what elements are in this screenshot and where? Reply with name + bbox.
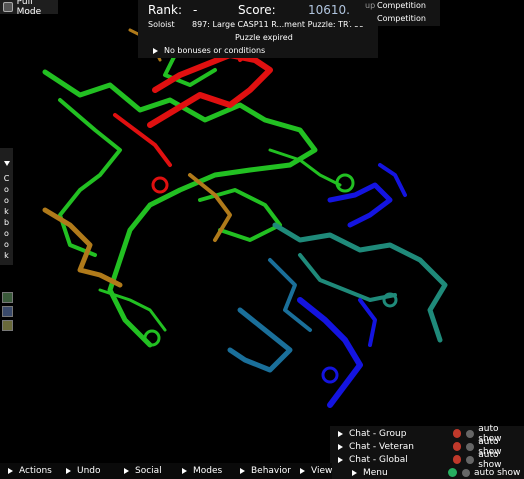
score-label: Score: (238, 3, 276, 17)
competition-line-1[interactable]: Competition (377, 1, 426, 10)
cookbook-label: C o o k b o o k (3, 174, 10, 260)
toolbar-actions[interactable]: Actions (8, 466, 52, 476)
toolbar-modes[interactable]: Modes (182, 466, 222, 476)
auto-show-label[interactable]: auto show (478, 450, 524, 470)
status-dot-icon (448, 468, 457, 477)
expand-arrow-icon (338, 430, 343, 437)
checkbox-icon[interactable] (466, 455, 475, 464)
chat-label: Chat - Group (349, 428, 407, 439)
toolbar-behavior[interactable]: Behavior (240, 466, 291, 476)
expand-arrow-icon (124, 468, 129, 474)
expand-arrow-icon (182, 468, 187, 474)
rank-value: - (193, 3, 198, 17)
checkbox-icon[interactable] (466, 442, 475, 451)
expand-arrow-icon (338, 443, 343, 450)
collapse-arrow-icon (3, 161, 10, 166)
competition-panel: up Competition Competition (350, 0, 440, 26)
toolbar-social[interactable]: Social (124, 466, 162, 476)
status-dot-icon (452, 455, 462, 464)
puzzle-title: 897: Large CASP11 R...ment Puzzle: TR760 (192, 20, 364, 29)
toolbar-undo[interactable]: Undo (66, 466, 101, 476)
expand-arrow-icon (66, 468, 71, 474)
bonus-label: No bonuses or conditions (164, 46, 266, 55)
chat-rows: Chat - Group auto show Chat - Veteran au… (338, 424, 524, 479)
status-dot-icon (452, 429, 462, 438)
player-mode: Soloist (148, 20, 175, 29)
checkbox-icon[interactable] (462, 468, 470, 477)
chat-label: Chat - Veteran (349, 441, 414, 452)
score-panel: Rank: - Score: 10610.457 Soloist 897: La… (138, 0, 378, 58)
pull-mode-button[interactable]: Pull Mode (0, 0, 58, 17)
bonus-toggle[interactable]: No bonuses or conditions (153, 46, 265, 55)
cookbook-tab[interactable]: C o o k b o o k (0, 148, 13, 265)
hand-icon (3, 2, 13, 12)
competition-prefix: up (365, 1, 376, 10)
expand-arrow-icon (352, 469, 357, 476)
pull-mode-label: Pull Mode (16, 0, 42, 17)
auto-show-label[interactable]: auto show (474, 468, 520, 478)
chat-row-menu[interactable]: Menu auto show (338, 466, 524, 479)
competition-line-2[interactable]: Competition (377, 14, 426, 23)
status-dot-icon (452, 442, 462, 451)
protein-viewport[interactable] (0, 0, 524, 479)
puzzle-status: Puzzle expired (235, 33, 293, 42)
save-icon[interactable] (2, 306, 13, 317)
chat-row-global[interactable]: Chat - Global auto show (338, 450, 524, 470)
recipe-icon[interactable] (2, 292, 13, 303)
checkbox-icon[interactable] (466, 429, 475, 438)
expand-arrow-icon (338, 456, 343, 463)
expand-arrow-icon (240, 468, 245, 474)
rank-label: Rank: (148, 3, 183, 17)
menu-label: Menu (363, 467, 388, 478)
expand-arrow-icon (153, 47, 158, 54)
chat-label: Chat - Global (349, 454, 408, 465)
toolbar-view[interactable]: View (300, 466, 332, 476)
expand-arrow-icon (8, 468, 13, 474)
notes-icon[interactable] (2, 320, 13, 331)
expand-arrow-icon (300, 468, 305, 474)
